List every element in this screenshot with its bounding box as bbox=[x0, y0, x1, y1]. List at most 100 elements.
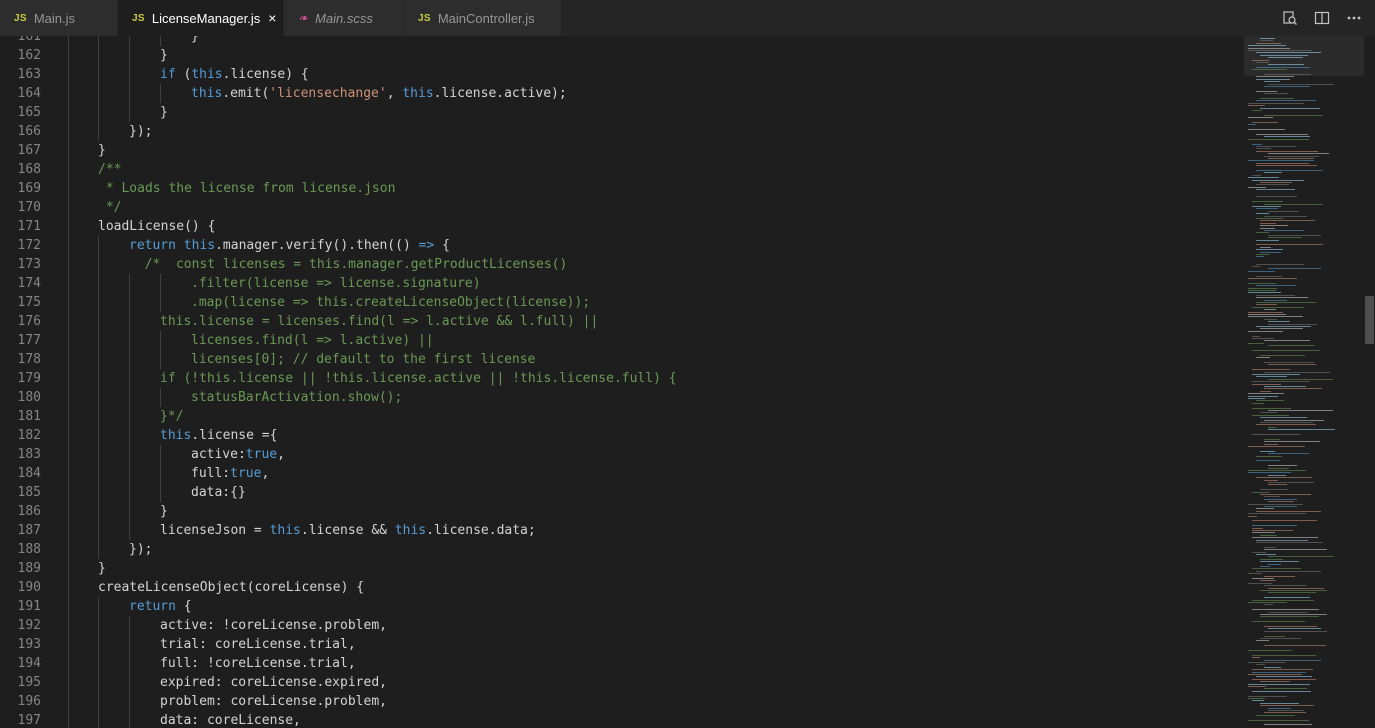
minimap[interactable] bbox=[1244, 36, 1364, 728]
indent-guide bbox=[129, 464, 130, 483]
minimap-line bbox=[1268, 158, 1314, 159]
minimap-line bbox=[1252, 599, 1314, 601]
minimap-line bbox=[1268, 707, 1291, 709]
code-token: /** bbox=[98, 162, 122, 177]
minimap-line bbox=[1252, 669, 1313, 671]
minimap-line bbox=[1248, 50, 1312, 51]
split-editor-icon[interactable] bbox=[1313, 9, 1331, 27]
code-line: 180 statusBarActivation.show(); bbox=[0, 388, 1244, 407]
minimap-line bbox=[1260, 566, 1270, 567]
code-line: 177 licenses.find(l => l.active) || bbox=[0, 331, 1244, 350]
indent-guide bbox=[98, 36, 99, 46]
minimap-line bbox=[1252, 578, 1274, 579]
code-line: 172 return this.manager.verify().then(() … bbox=[0, 236, 1244, 255]
minimap-line bbox=[1264, 549, 1327, 551]
minimap-line bbox=[1256, 150, 1318, 152]
code-text: } bbox=[98, 141, 106, 160]
indent-guide bbox=[129, 616, 130, 635]
indent-guide bbox=[98, 407, 99, 426]
line-number: 187 bbox=[17, 523, 41, 538]
indent-guide bbox=[160, 483, 161, 502]
close-icon[interactable]: × bbox=[268, 10, 276, 26]
minimap-line bbox=[1264, 136, 1310, 138]
line-number: 165 bbox=[17, 105, 41, 120]
code-editor[interactable]: 161} 162} 163 if (this.license) {164 this.em… bbox=[0, 36, 1244, 728]
code-token: full: bbox=[191, 466, 231, 481]
vertical-scrollbar[interactable] bbox=[1364, 36, 1375, 728]
indent-guide bbox=[68, 597, 69, 616]
minimap-line bbox=[1264, 74, 1311, 75]
indent-guide bbox=[68, 36, 69, 46]
code-token: return bbox=[129, 238, 176, 253]
indent-guide bbox=[98, 654, 99, 673]
minimap-line bbox=[1268, 474, 1286, 476]
open-changes-icon[interactable] bbox=[1281, 9, 1299, 27]
minimap-line bbox=[1252, 568, 1301, 570]
minimap-line bbox=[1260, 220, 1315, 222]
line-number: 173 bbox=[17, 257, 41, 272]
minimap-line bbox=[1252, 374, 1300, 375]
indent-guide bbox=[160, 445, 161, 464]
minimap-line bbox=[1252, 306, 1304, 308]
code-token: .emit( bbox=[222, 86, 270, 101]
code-token: { bbox=[434, 238, 450, 253]
minimap-line bbox=[1264, 340, 1310, 342]
code-line: 184 full:true, bbox=[0, 464, 1244, 483]
line-number: 185 bbox=[17, 485, 41, 500]
minimap-line bbox=[1264, 362, 1314, 363]
indent-guide bbox=[129, 521, 130, 540]
minimap-line bbox=[1260, 328, 1303, 330]
minimap-line bbox=[1256, 640, 1269, 642]
minimap-line bbox=[1260, 98, 1294, 99]
tab-maincontroller-js[interactable]: JS MainController.js bbox=[404, 0, 562, 36]
minimap-line bbox=[1260, 227, 1275, 229]
indent-guide bbox=[68, 559, 69, 578]
minimap-line bbox=[1264, 441, 1320, 443]
minimap-line bbox=[1264, 155, 1319, 157]
code-line: 165} bbox=[0, 103, 1244, 122]
minimap-line bbox=[1256, 357, 1270, 359]
minimap-line bbox=[1264, 546, 1276, 548]
indent-guide bbox=[98, 673, 99, 692]
code-text: } bbox=[191, 36, 199, 46]
indent-guide bbox=[129, 46, 130, 65]
indent-guide bbox=[68, 65, 69, 84]
minimap-line bbox=[1256, 676, 1312, 678]
code-line: 195 expired: coreLicense.expired, bbox=[0, 673, 1244, 692]
minimap-line bbox=[1248, 129, 1285, 131]
code-line: 189} bbox=[0, 559, 1244, 578]
indent-guide bbox=[160, 293, 161, 312]
minimap-line bbox=[1256, 170, 1323, 171]
line-number: 195 bbox=[17, 675, 41, 690]
scrollbar-thumb[interactable] bbox=[1365, 296, 1374, 344]
minimap-line bbox=[1264, 86, 1310, 87]
minimap-line bbox=[1248, 102, 1304, 104]
minimap-line bbox=[1252, 527, 1263, 529]
code-line: 176 this.license = licenses.find(l => l.a… bbox=[0, 312, 1244, 331]
minimap-line bbox=[1268, 592, 1316, 594]
more-actions-icon[interactable] bbox=[1345, 9, 1363, 27]
minimap-line bbox=[1260, 354, 1305, 356]
minimap-line bbox=[1268, 501, 1294, 503]
code-token: problem: coreLicense.problem, bbox=[160, 694, 387, 709]
indent-guide bbox=[98, 445, 99, 464]
minimap-line bbox=[1252, 407, 1291, 409]
minimap-line bbox=[1248, 650, 1292, 651]
code-line: 167} bbox=[0, 141, 1244, 160]
minimap-line bbox=[1248, 686, 1266, 687]
indent-guide bbox=[68, 236, 69, 255]
line-number: 170 bbox=[17, 200, 41, 215]
tab-main-js[interactable]: JS Main.js bbox=[0, 0, 118, 36]
code-text: /* const licenses = this.manager.getProd… bbox=[129, 255, 568, 274]
minimap-line bbox=[1264, 630, 1327, 632]
minimap-line bbox=[1256, 477, 1312, 479]
line-number: 189 bbox=[17, 561, 41, 576]
minimap-line bbox=[1260, 390, 1271, 392]
minimap-line bbox=[1256, 189, 1295, 191]
minimap-line bbox=[1252, 609, 1319, 611]
tab-licensemanager-js[interactable]: JS LicenseManager.js × bbox=[118, 0, 284, 36]
minimap-line bbox=[1268, 556, 1334, 558]
tab-main-scss[interactable]: ❧ Main.scss bbox=[284, 0, 404, 36]
minimap-line bbox=[1256, 42, 1281, 44]
indent-guide bbox=[68, 483, 69, 502]
